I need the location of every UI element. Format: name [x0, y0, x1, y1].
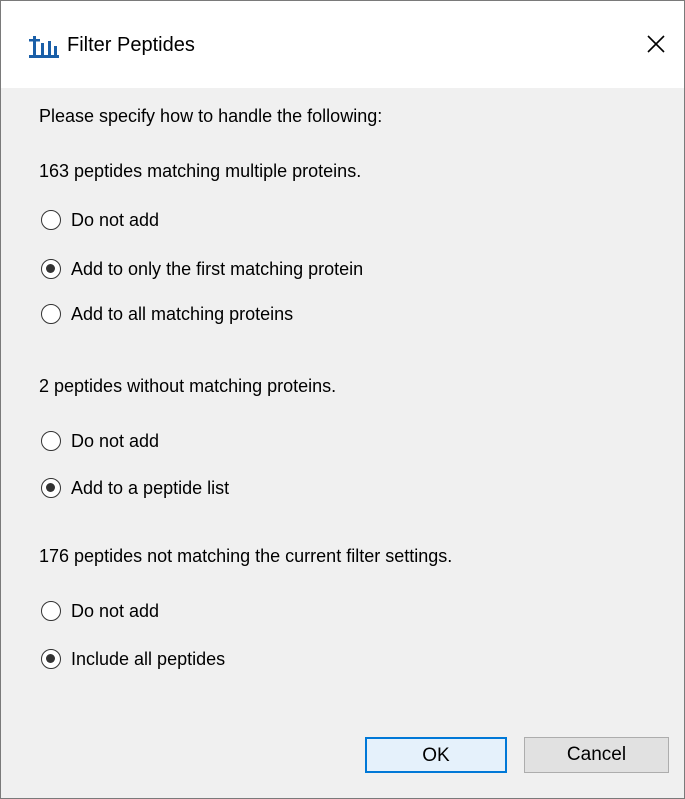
group-heading-not-matching-filter: 176 peptides not matching the current fi… — [39, 546, 453, 566]
radio-label: Do not add — [71, 601, 160, 621]
title-bar[interactable]: Filter Peptides — [1, 1, 684, 88]
ok-button[interactable]: OK — [365, 737, 507, 773]
radio-circle — [41, 304, 61, 324]
radio-circle — [41, 431, 61, 451]
radio-label: Add to only the first matching protein — [71, 259, 364, 279]
radio-circle — [41, 649, 61, 669]
filter-peptides-dialog: Filter Peptides Please specify how to ha… — [0, 0, 685, 799]
peptide-chart-icon — [29, 36, 59, 58]
group-heading-without-proteins: 2 peptides without matching proteins. — [39, 376, 337, 396]
radio-label: Do not add — [71, 431, 160, 451]
radio-circle — [41, 259, 61, 279]
radio-dot — [46, 483, 55, 492]
radio-circle — [41, 601, 61, 621]
radio-dot — [46, 264, 55, 273]
radio-label: Add to a peptide list — [71, 478, 230, 498]
cancel-button[interactable]: Cancel — [524, 737, 669, 773]
radio-label: Add to all matching proteins — [71, 304, 294, 324]
group-heading-multiple-proteins: 163 peptides matching multiple proteins. — [39, 161, 362, 181]
radio-label: Do not add — [71, 210, 160, 230]
radio-dot — [46, 654, 55, 663]
window-title: Filter Peptides — [67, 34, 195, 56]
radio-circle — [41, 210, 61, 230]
close-icon[interactable] — [641, 29, 671, 59]
radio-label: Include all peptides — [71, 649, 226, 669]
radio-circle — [41, 478, 61, 498]
intro-text: Please specify how to handle the followi… — [39, 106, 383, 126]
